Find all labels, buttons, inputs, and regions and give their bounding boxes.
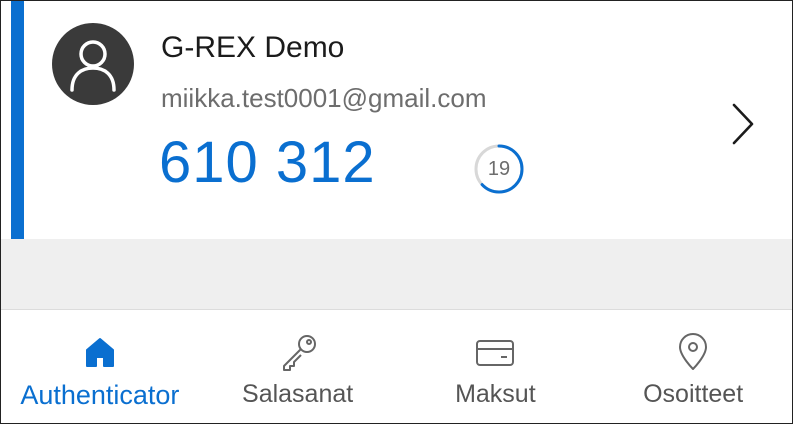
- card-icon: [474, 332, 516, 372]
- account-name: G-REX Demo: [161, 31, 345, 64]
- avatar: [52, 23, 134, 105]
- location-pin-icon: [676, 332, 710, 372]
- tab-label: Authenticator: [20, 380, 180, 410]
- tab-authenticator[interactable]: Authenticator: [1, 310, 199, 423]
- tab-label: Maksut: [455, 380, 536, 408]
- account-card[interactable]: G-REX Demo miikka.test0001@gmail.com 610…: [1, 1, 792, 239]
- countdown-seconds: 19: [487, 157, 511, 180]
- selected-accent-bar: [11, 1, 24, 239]
- otp-code[interactable]: 610 312: [159, 129, 376, 196]
- home-icon: [83, 332, 117, 372]
- tab-label: Salasanat: [242, 380, 354, 408]
- bottom-navigation: Authenticator Salasanat Maksut Osoitteet: [1, 310, 792, 423]
- chevron-right-icon[interactable]: [728, 101, 758, 147]
- tab-label: Osoitteet: [643, 380, 744, 408]
- account-email: miikka.test0001@gmail.com: [161, 83, 487, 113]
- tab-maksut[interactable]: Maksut: [397, 310, 595, 423]
- countdown-timer: 19: [471, 141, 527, 197]
- tab-osoitteet[interactable]: Osoitteet: [594, 310, 792, 423]
- person-icon: [70, 40, 116, 92]
- app-window: G-REX Demo miikka.test0001@gmail.com 610…: [0, 0, 793, 424]
- tab-salasanat[interactable]: Salasanat: [199, 310, 397, 423]
- content-background: [1, 239, 792, 310]
- key-icon: [274, 332, 322, 372]
